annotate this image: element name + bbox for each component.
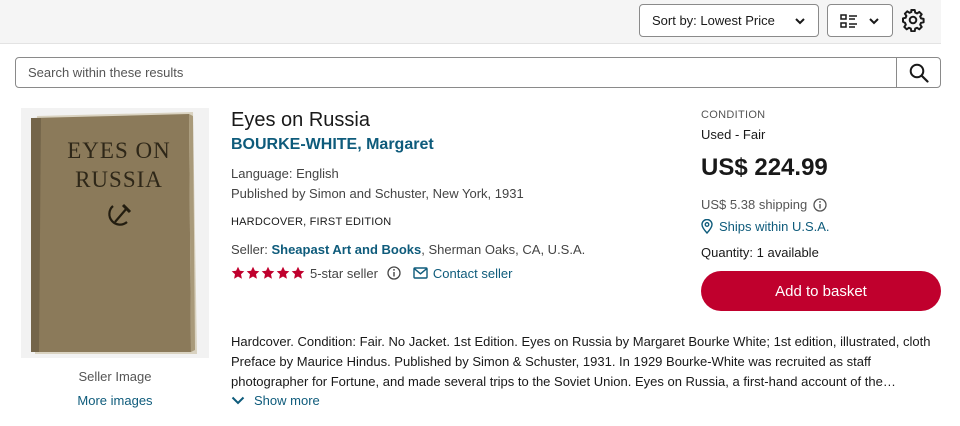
search-icon bbox=[909, 63, 929, 83]
search-within-results bbox=[15, 57, 941, 88]
star-icon bbox=[246, 266, 260, 279]
book-author-link[interactable]: BOURKE-WHITE, Margaret bbox=[231, 136, 434, 154]
sort-dropdown[interactable]: Sort by: Lowest Price bbox=[639, 4, 819, 37]
chevron-down-icon bbox=[869, 18, 879, 25]
book-description: Hardcover. Condition: Fair. No Jacket. 1… bbox=[231, 332, 933, 392]
ships-within-link[interactable]: Ships within U.S.A. bbox=[701, 219, 830, 234]
shipping-cost: US$ 5.38 shipping bbox=[701, 197, 827, 212]
location-pin-icon bbox=[701, 219, 713, 234]
cover-title-line1: EYES ON bbox=[67, 138, 170, 163]
star-icon bbox=[231, 266, 245, 279]
contact-seller-link[interactable]: Contact seller bbox=[413, 266, 512, 281]
condition-label: CONDITION bbox=[701, 109, 766, 121]
seller-location: , Sherman Oaks, CA, U.S.A. bbox=[421, 242, 586, 257]
star-icon bbox=[276, 266, 290, 279]
sort-label: Sort by: Lowest Price bbox=[652, 13, 775, 28]
gear-icon[interactable] bbox=[901, 8, 925, 32]
book-title[interactable]: Eyes on Russia bbox=[231, 109, 370, 132]
chevron-down-icon bbox=[795, 18, 805, 25]
envelope-icon bbox=[413, 267, 428, 279]
view-mode-dropdown[interactable] bbox=[827, 4, 893, 37]
results-toolbar: Sort by: Lowest Price bbox=[0, 0, 941, 44]
book-publisher: Published by Simon and Schuster, New Yor… bbox=[231, 186, 524, 201]
seller-image-caption: Seller Image bbox=[78, 369, 152, 384]
ships-within-label: Ships within U.S.A. bbox=[719, 219, 830, 234]
book-cover-image[interactable]: EYES ON RUSSIA bbox=[21, 108, 209, 358]
list-view-icon bbox=[840, 14, 857, 28]
search-button[interactable] bbox=[896, 58, 940, 87]
show-more-link[interactable]: Show more bbox=[231, 393, 320, 408]
show-more-label: Show more bbox=[254, 393, 320, 408]
star-icon bbox=[261, 266, 275, 279]
cover-title-line2: RUSSIA bbox=[75, 167, 163, 192]
price: US$ 224.99 bbox=[701, 154, 828, 181]
more-images-link[interactable]: More images bbox=[21, 393, 209, 408]
book-cover-illustration: EYES ON RUSSIA bbox=[21, 108, 209, 358]
star-icon bbox=[291, 266, 305, 279]
add-to-basket-button[interactable]: Add to basket bbox=[701, 271, 941, 311]
book-binding: HARDCOVER, FIRST EDITION bbox=[231, 216, 392, 228]
chevron-down-icon bbox=[231, 396, 245, 405]
quantity-available: Quantity: 1 available bbox=[701, 245, 819, 260]
description-text: Hardcover. Condition: Fair. No Jacket. 1… bbox=[231, 334, 931, 389]
seller-prefix: Seller: bbox=[231, 242, 272, 257]
seller-name-link[interactable]: Sheapast Art and Books bbox=[271, 242, 421, 257]
rating-label: 5-star seller bbox=[310, 265, 378, 281]
search-input[interactable] bbox=[16, 58, 897, 87]
info-icon[interactable] bbox=[387, 266, 401, 280]
star-rating bbox=[231, 266, 305, 280]
seller-info: Seller: Sheapast Art and Books, Sherman … bbox=[231, 242, 585, 257]
shipping-label: US$ 5.38 shipping bbox=[701, 197, 808, 212]
contact-seller-label: Contact seller bbox=[432, 265, 513, 281]
condition-value: Used - Fair bbox=[701, 127, 766, 142]
info-icon[interactable] bbox=[813, 197, 827, 212]
book-language: Language: English bbox=[231, 166, 339, 181]
seller-rating: 5-star seller Contact seller bbox=[231, 264, 512, 282]
